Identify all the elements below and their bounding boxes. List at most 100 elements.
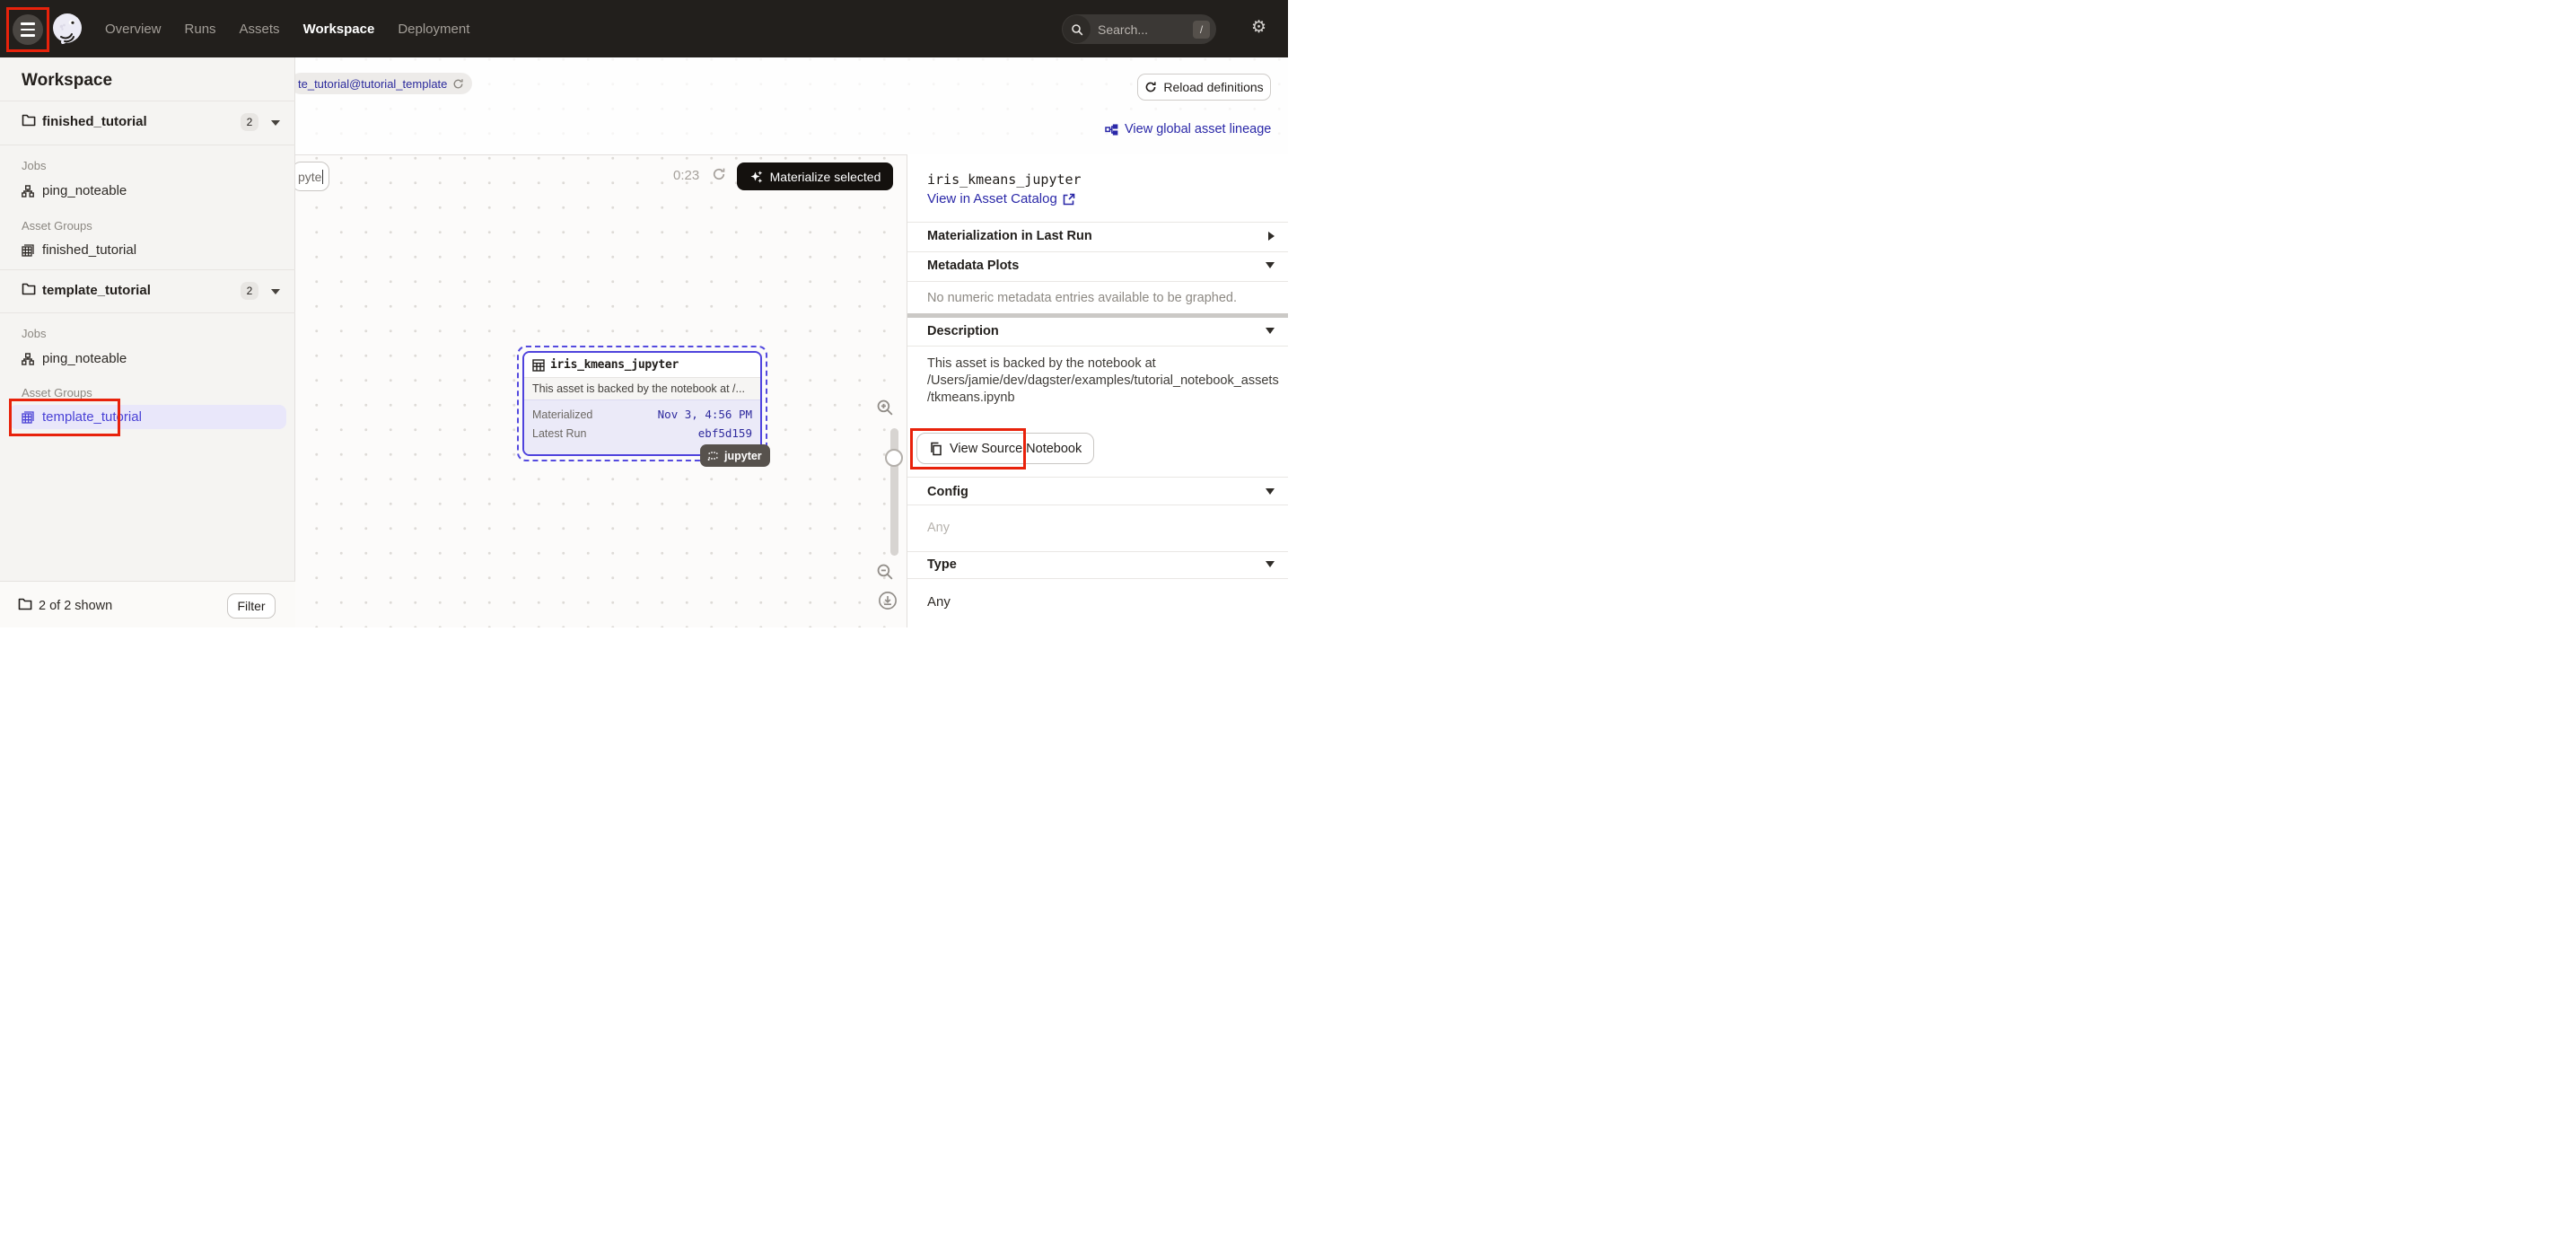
search-shortcut-badge: / <box>1193 21 1210 39</box>
hamburger-menu-button[interactable] <box>13 14 43 45</box>
refresh-timer: 0:23 <box>673 168 699 183</box>
asset-description-text: This asset is backed by the notebook at … <box>927 355 1279 407</box>
asset-filter-input[interactable]: pyte <box>295 162 329 191</box>
asset-node-description: This asset is backed by the notebook at … <box>524 377 760 399</box>
nav-item-deployment[interactable]: Deployment <box>398 22 469 37</box>
folder-icon <box>22 283 36 300</box>
compute-kind-label: jupyter <box>724 450 762 462</box>
chevron-down-icon[interactable] <box>1266 561 1275 567</box>
sidebar-item-group-template-tutorial[interactable]: template_tutorial <box>9 405 286 429</box>
code-location-label: te_tutorial@tutorial_template <box>298 77 447 91</box>
nav-item-assets[interactable]: Assets <box>240 22 280 37</box>
view-in-asset-catalog-link[interactable]: View in Asset Catalog <box>927 191 1075 206</box>
chevron-down-icon[interactable] <box>1266 262 1275 268</box>
hamburger-menu-icon <box>21 22 35 25</box>
folder-icon <box>22 114 36 131</box>
notebook-copy-icon <box>929 442 942 456</box>
workspace-sidebar: Workspace finished_tutorial 2 Jobs ping_… <box>0 57 295 628</box>
gear-icon[interactable]: ⚙ <box>1251 18 1266 38</box>
table-icon <box>532 359 545 372</box>
repo-row-template-tutorial[interactable]: template_tutorial 2 <box>0 269 295 312</box>
section-materialization-last-run[interactable]: Materialization in Last Run <box>927 229 1092 243</box>
nav-item-runs[interactable]: Runs <box>185 22 216 37</box>
sidebar-item-job-ping-noteable[interactable]: ping_noteable <box>9 179 286 203</box>
search-input[interactable]: Search... / <box>1062 14 1216 44</box>
config-value: Any <box>927 521 950 535</box>
filter-button[interactable]: Filter <box>227 593 276 619</box>
catalog-link-label: View in Asset Catalog <box>927 191 1057 206</box>
top-nav-bar: Overview Runs Assets Workspace Deploymen… <box>0 0 1288 57</box>
search-placeholder: Search... <box>1098 22 1193 37</box>
job-name: ping_noteable <box>42 351 127 366</box>
materialize-selected-button[interactable]: Materialize selected <box>737 162 893 190</box>
download-graph-icon[interactable] <box>878 591 898 615</box>
repo-name: finished_tutorial <box>42 114 147 129</box>
materialized-label: Materialized <box>532 408 592 421</box>
sidebar-item-group-finished-tutorial[interactable]: finished_tutorial <box>9 238 286 262</box>
nav-item-workspace[interactable]: Workspace <box>303 22 375 37</box>
sidebar-footer: 2 of 2 shown Filter <box>0 581 295 628</box>
search-icon <box>1063 15 1091 43</box>
external-link-icon <box>1063 193 1075 206</box>
dagster-logo[interactable] <box>50 12 84 46</box>
zoom-slider[interactable] <box>890 428 898 556</box>
asset-group-name: template_tutorial <box>42 409 142 425</box>
zoom-slider-handle[interactable] <box>885 449 903 467</box>
job-icon <box>22 353 34 365</box>
asset-node-iris-kmeans-jupyter[interactable]: iris_kmeans_jupyter This asset is backed… <box>522 351 762 456</box>
folder-icon <box>18 598 32 615</box>
sparkle-icon <box>749 170 764 184</box>
materialized-value[interactable]: Nov 3, 4:56 PM <box>658 408 752 421</box>
refresh-icon[interactable] <box>452 78 464 90</box>
asset-filter-value: pyte <box>298 170 321 184</box>
view-source-notebook-label: View Source Notebook <box>950 442 1082 456</box>
zoom-in-icon[interactable] <box>876 399 895 422</box>
asset-group-icon <box>22 244 34 257</box>
asset-groups-section-label: Asset Groups <box>22 219 92 233</box>
dagster-app: Overview Runs Assets Workspace Deploymen… <box>0 0 1288 628</box>
asset-group-icon <box>22 411 34 424</box>
zoom-out-icon[interactable] <box>876 563 895 586</box>
chevron-down-icon[interactable] <box>271 120 280 126</box>
asset-detail-panel: iris_kmeans_jupyter View in Asset Catalo… <box>907 154 1288 628</box>
job-name: ping_noteable <box>42 183 127 198</box>
lineage-link-label: View global asset lineage <box>1125 122 1271 136</box>
nav-item-overview[interactable]: Overview <box>105 22 162 37</box>
sidebar-title: Workspace <box>22 71 112 91</box>
chevron-down-icon[interactable] <box>1266 488 1275 495</box>
repo-row-finished-tutorial[interactable]: finished_tutorial 2 <box>0 101 295 144</box>
chevron-down-icon[interactable] <box>1266 328 1275 334</box>
asset-group-name: finished_tutorial <box>42 242 136 258</box>
repo-name: template_tutorial <box>42 283 151 298</box>
chevron-down-icon[interactable] <box>271 289 280 294</box>
metadata-empty-message: No numeric metadata entries available to… <box>927 291 1237 305</box>
view-source-notebook-button[interactable]: View Source Notebook <box>916 433 1094 464</box>
job-icon <box>22 185 34 197</box>
refresh-icon[interactable] <box>712 167 726 186</box>
section-config[interactable]: Config <box>927 485 968 499</box>
lineage-icon <box>1105 123 1118 136</box>
repo-count-badge: 2 <box>241 282 258 300</box>
compute-kind-tag-jupyter[interactable]: jupyter <box>700 444 770 467</box>
repo-count-badge: 2 <box>241 113 258 131</box>
type-value[interactable]: Any <box>927 594 951 610</box>
section-metadata-plots[interactable]: Metadata Plots <box>927 259 1019 273</box>
materialize-selected-label: Materialize selected <box>770 170 881 184</box>
asset-groups-section-label: Asset Groups <box>22 386 92 399</box>
view-global-asset-lineage-link[interactable]: View global asset lineage <box>1105 122 1271 136</box>
jupyter-logo-icon <box>706 449 720 462</box>
asset-node-title: iris_kmeans_jupyter <box>550 358 679 372</box>
reload-definitions-label: Reload definitions <box>1163 80 1263 94</box>
latest-run-value[interactable]: ebf5d159 <box>698 426 752 440</box>
section-description[interactable]: Description <box>927 324 999 338</box>
sidebar-item-job-ping-noteable-2[interactable]: ping_noteable <box>9 347 286 371</box>
chevron-right-icon[interactable] <box>1268 232 1275 241</box>
jobs-section-label: Jobs <box>22 327 46 340</box>
code-location-chip[interactable]: te_tutorial@tutorial_template <box>295 73 472 94</box>
reload-definitions-button[interactable]: Reload definitions <box>1137 74 1271 101</box>
text-cursor <box>322 170 323 184</box>
top-nav-items: Overview Runs Assets Workspace Deploymen… <box>105 0 469 57</box>
section-type[interactable]: Type <box>927 557 957 572</box>
latest-run-label: Latest Run <box>532 427 586 440</box>
reload-icon <box>1144 81 1157 93</box>
